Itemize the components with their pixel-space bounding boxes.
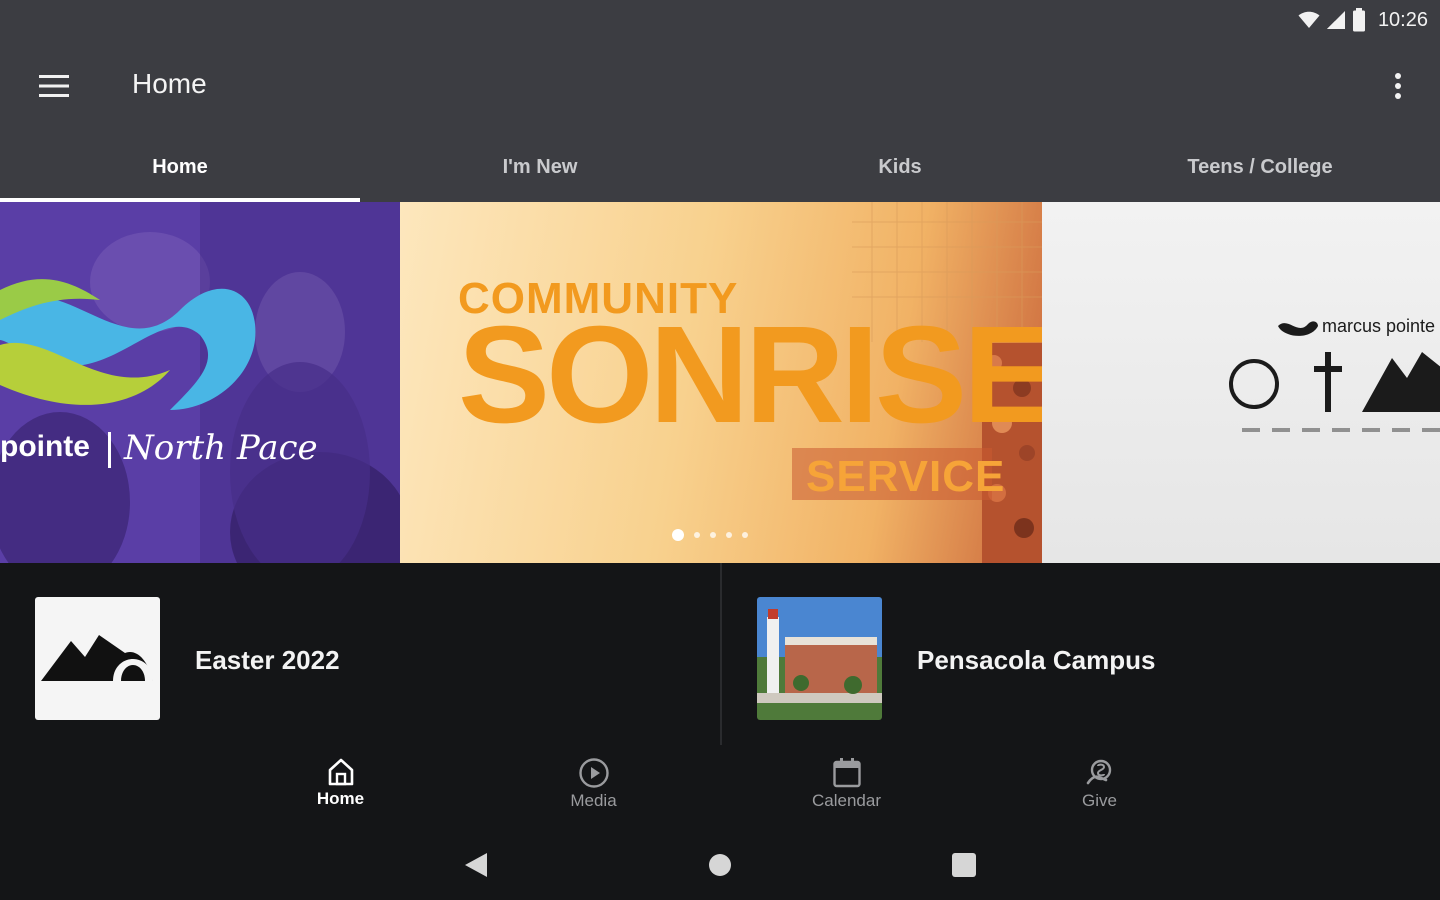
carousel-slide-sonrise[interactable]: COMMUNITY SONRISE SERVICE: [400, 202, 1042, 563]
tab-kids[interactable]: Kids: [720, 132, 1080, 202]
bottom-navigation: Home Media Calendar Give: [0, 745, 1440, 835]
nav-label: Home: [316, 789, 365, 808]
carousel-slide-north-pace[interactable]: pointe North Pace: [0, 202, 400, 563]
campus-photo: [757, 597, 882, 720]
cross-icon: [1314, 352, 1342, 412]
tab-im-new[interactable]: I'm New: [360, 132, 720, 202]
sonrise-text: SONRISE: [458, 298, 1042, 452]
cell-signal-icon: [1326, 11, 1345, 29]
status-bar: 10:26: [0, 0, 1440, 40]
carousel-dot[interactable]: [726, 532, 732, 538]
status-time: 10:26: [1377, 8, 1428, 31]
empty-tomb-icon: [41, 635, 153, 681]
hamburger-icon: [39, 75, 69, 97]
recents-button[interactable]: [944, 849, 984, 881]
card-easter-2022[interactable]: Easter 2022: [0, 563, 720, 745]
north-pace-script: North Pace: [124, 428, 318, 468]
service-text: SERVICE: [806, 452, 1006, 501]
content-cards: Easter 2022 Pensacola Campus: [0, 563, 1440, 745]
carousel-dot[interactable]: [694, 532, 700, 538]
overflow-menu-button[interactable]: [1378, 64, 1418, 108]
back-button[interactable]: [456, 849, 496, 881]
play-circle-icon: [578, 758, 609, 788]
menu-button[interactable]: [24, 62, 84, 110]
recents-square-icon: [952, 853, 976, 877]
pensacola-thumbnail: [757, 597, 882, 720]
give-hand-icon: [1086, 759, 1111, 785]
battery-icon: [1352, 8, 1365, 32]
nav-label: Calendar: [812, 791, 881, 810]
carousel-slide-easter[interactable]: marcus pointe: [1042, 202, 1440, 563]
tab-bar: Home I'm New Kids Teens / College: [0, 132, 1440, 202]
carousel-pagination[interactable]: [672, 529, 748, 541]
empty-tomb-icon: [1362, 352, 1440, 412]
carousel-dot[interactable]: [710, 532, 716, 538]
card-pensacola-campus[interactable]: Pensacola Campus: [720, 563, 1440, 745]
tab-home[interactable]: Home: [0, 132, 360, 202]
card-title: Pensacola Campus: [917, 645, 1156, 675]
brand-divider: [108, 432, 111, 468]
marcus-pointe-wave-logo: [1278, 321, 1318, 336]
calendar-icon: [832, 758, 861, 788]
carousel-dot[interactable]: [742, 532, 748, 538]
card-title: Easter 2022: [195, 645, 340, 675]
home-system-button[interactable]: [700, 849, 740, 881]
home-icon: [328, 758, 353, 786]
thorn-crown-icon: [1229, 359, 1279, 409]
marcus-pointe-brand-text: marcus pointe: [1322, 316, 1436, 336]
page-title: Home: [132, 68, 207, 99]
status-icons: 10:26: [1298, 6, 1428, 34]
easter-thumbnail: [35, 597, 160, 720]
north-pace-brand-text: pointe: [0, 430, 90, 463]
nav-label: Give: [1082, 791, 1117, 810]
carousel-dot[interactable]: [672, 529, 684, 541]
system-navigation-bar: [0, 835, 1440, 900]
nav-calendar[interactable]: Calendar: [720, 745, 973, 835]
more-vert-icon: [1395, 73, 1401, 99]
nav-label: Media: [570, 791, 617, 810]
nav-home[interactable]: Home: [214, 745, 467, 835]
app-bar: Home: [0, 40, 1440, 132]
nav-give[interactable]: Give: [973, 745, 1226, 835]
hero-carousel[interactable]: pointe North Pace COMMUNITY SONRISE SERV…: [0, 202, 1440, 563]
back-triangle-icon: [465, 853, 487, 877]
slide-fine-print: [1242, 428, 1440, 432]
nav-media[interactable]: Media: [467, 745, 720, 835]
wifi-icon: [1298, 11, 1320, 28]
home-circle-icon: [709, 854, 731, 876]
wave-logo: [0, 279, 256, 410]
tab-teens-college[interactable]: Teens / College: [1080, 132, 1440, 202]
